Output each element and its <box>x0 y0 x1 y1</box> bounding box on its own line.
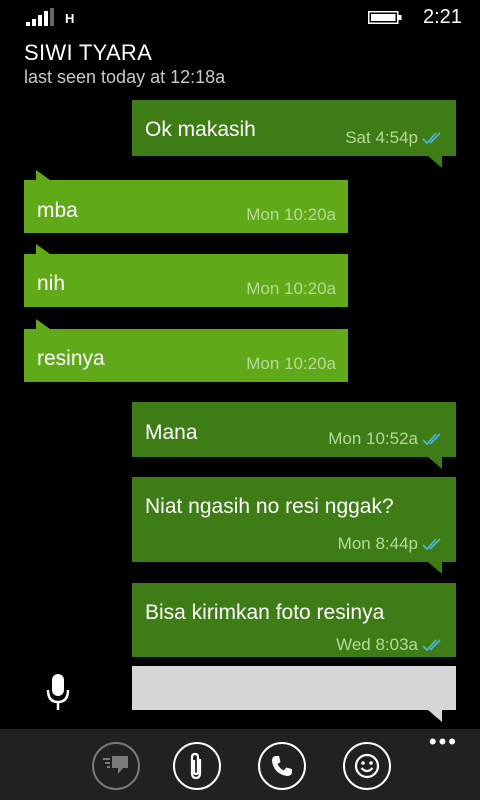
phone-icon <box>272 756 292 776</box>
double-check-icon <box>422 132 441 144</box>
bubble-tail <box>36 244 50 254</box>
message-time: Mon 10:20a <box>246 279 336 298</box>
message-bubble-incoming[interactable]: mba Mon 10:20a <box>24 170 348 233</box>
paperclip-icon <box>190 752 202 780</box>
battery-icon <box>368 11 402 24</box>
signal-strength-icon <box>26 8 54 26</box>
message-meta: Mon 10:52a <box>328 429 444 449</box>
double-check-icon <box>422 538 441 550</box>
bubble-tail <box>428 562 442 574</box>
bubble-tail <box>428 457 442 469</box>
bubble-tail <box>428 156 442 168</box>
message-bubble-outgoing[interactable]: Ok makasih Sat 4:54p <box>132 100 456 168</box>
double-check-icon <box>422 433 441 445</box>
message-meta: Sat 4:54p <box>345 128 444 148</box>
message-time: Mon 10:20a <box>246 354 336 373</box>
input-tail <box>428 710 442 722</box>
message-time: Wed 8:03a <box>336 635 418 654</box>
call-button[interactable] <box>258 742 306 790</box>
bubble-tail <box>36 170 50 180</box>
app-bar: ••• <box>0 729 480 800</box>
more-options-button[interactable]: ••• <box>429 731 458 753</box>
message-text: mba <box>37 199 78 222</box>
message-bubble-outgoing[interactable]: Bisa kirimkan foto resinya Wed 8:03a <box>132 583 456 657</box>
message-time: Mon 8:44p <box>337 534 418 553</box>
message-bubble-outgoing[interactable]: Niat ngasih no resi nggak? Mon 8:44p <box>132 477 456 574</box>
message-meta: Mon 10:20a <box>246 205 336 225</box>
message-meta: Mon 10:20a <box>246 279 336 299</box>
message-bubble-outgoing[interactable]: Mana Mon 10:52a <box>132 402 456 469</box>
attach-button[interactable] <box>173 742 221 790</box>
message-text: Niat ngasih no resi nggak? <box>145 495 394 518</box>
status-clock: 2:21 <box>423 6 462 28</box>
message-meta: Mon 8:44p <box>338 534 444 554</box>
emoji-button[interactable] <box>343 742 391 790</box>
message-text: Ok makasih <box>145 118 256 141</box>
message-text: resinya <box>37 347 105 370</box>
message-time: Mon 10:20a <box>246 205 336 224</box>
message-text: Mana <box>145 421 198 444</box>
microphone-icon[interactable] <box>46 672 70 712</box>
last-seen-status: last seen today at 12:18a <box>24 67 226 87</box>
quick-reply-button[interactable] <box>92 742 140 790</box>
status-bar: H 2:21 <box>0 0 480 34</box>
network-type: H <box>65 11 75 26</box>
message-meta: Wed 8:03a <box>336 635 444 655</box>
message-text: nih <box>37 272 66 295</box>
message-time: Sat 4:54p <box>345 128 418 147</box>
message-bubble-incoming[interactable]: resinya Mon 10:20a <box>24 319 348 382</box>
message-meta: Mon 10:20a <box>246 354 336 374</box>
quick-reply-icon <box>103 756 128 774</box>
bubble-tail <box>36 319 50 329</box>
message-input[interactable] <box>132 666 456 722</box>
message-text: Bisa kirimkan foto resinya <box>145 601 385 624</box>
contact-name[interactable]: SIWI TYARA <box>24 40 152 66</box>
double-check-icon <box>422 639 441 651</box>
message-time: Mon 10:52a <box>328 429 418 448</box>
smiley-icon <box>354 753 380 779</box>
message-bubble-incoming[interactable]: nih Mon 10:20a <box>24 244 348 307</box>
